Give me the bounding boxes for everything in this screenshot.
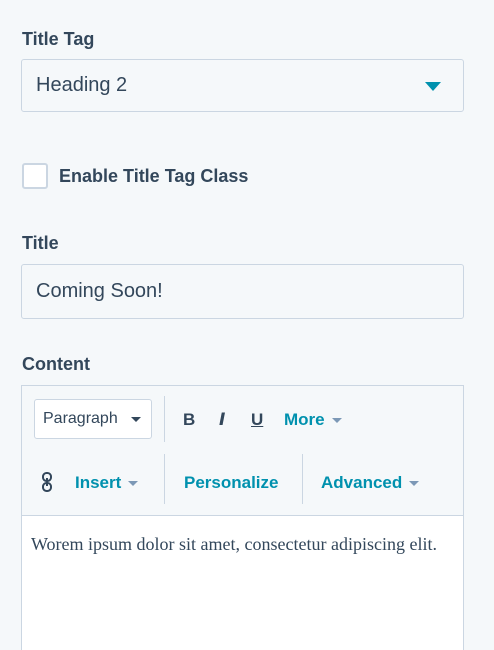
title-tag-select[interactable]: Heading 2 [21,59,464,112]
insert-menu-button[interactable]: Insert [75,473,139,493]
enable-title-tag-class-row[interactable]: Enable Title Tag Class [22,163,248,189]
more-label: More [284,410,325,429]
content-label: Content [22,354,90,374]
link-icon[interactable] [41,472,53,497]
personalize-label: Personalize [184,473,279,492]
enable-title-tag-class-label: Enable Title Tag Class [59,165,249,186]
title-tag-value: Heading 2 [36,74,128,96]
title-input[interactable]: Coming Soon! [21,264,464,319]
rich-text-editor[interactable]: Paragraph B I U More Insert Personalize [21,385,464,650]
title-tag-label: Title Tag [22,29,95,49]
caret-down-icon [128,480,139,486]
more-menu-button[interactable]: More [284,410,342,430]
block-format-select[interactable]: Paragraph [34,399,152,439]
block-format-value: Paragraph [43,410,118,427]
advanced-menu-button[interactable]: Advanced [321,473,420,493]
advanced-label: Advanced [321,473,403,492]
enable-title-tag-class-checkbox[interactable] [22,163,48,189]
bold-button[interactable]: B [183,410,195,430]
toolbar-divider [164,396,165,442]
underline-button[interactable]: U [251,410,263,430]
personalize-button[interactable]: Personalize [184,473,279,493]
toolbar-divider [302,454,303,504]
title-label: Title [22,233,59,253]
italic-button[interactable]: I [219,410,225,430]
caret-down-icon [409,480,420,486]
toolbar-divider [164,454,165,504]
editor-body-text[interactable]: Worem ipsum dolor sit amet, consectetur … [31,528,451,560]
insert-label: Insert [75,473,122,492]
title-input-value: Coming Soon! [36,280,163,302]
caret-down-icon [425,82,441,91]
caret-down-icon [331,417,342,423]
caret-down-icon [131,417,141,422]
editor-toolbar: Paragraph B I U More Insert Personalize [22,386,463,516]
